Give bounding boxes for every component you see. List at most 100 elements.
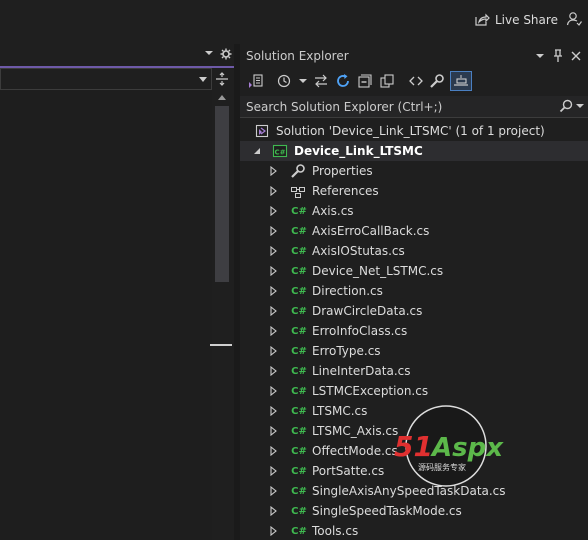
solution-icon [254, 123, 270, 139]
csharp-file-icon: C# [291, 305, 307, 317]
tree-item-file[interactable]: C# DrawCircleData.cs [240, 301, 588, 321]
view-code-icon[interactable] [408, 71, 424, 91]
collapsed-arrow-icon[interactable] [268, 186, 278, 196]
collapsed-arrow-icon[interactable] [268, 506, 278, 516]
editor-vertical-scrollbar[interactable] [210, 68, 232, 540]
panel-title: Solution Explorer [246, 49, 349, 63]
properties-wrench-icon[interactable] [428, 71, 446, 91]
history-dropdown-icon[interactable] [298, 71, 308, 91]
live-share-button[interactable]: Live Share [474, 11, 558, 29]
tree-item-file[interactable]: C# LSTMCException.cs [240, 381, 588, 401]
solution-explorer-search-input[interactable]: Search Solution Explorer (Ctrl+;) [240, 96, 588, 118]
tree-item-label: Tools.cs [312, 524, 359, 538]
tree-item-label: Device_Net_LSTMC.cs [312, 264, 444, 278]
tree-item-label: PortSatte.cs [312, 464, 385, 478]
collapsed-arrow-icon[interactable] [268, 406, 278, 416]
tab-list-dropdown-icon[interactable] [204, 49, 214, 57]
tree-item-label: Axis.cs [312, 204, 354, 218]
split-editor-icon[interactable] [214, 72, 230, 86]
code-editor[interactable] [0, 90, 212, 540]
csharp-file-icon: C# [291, 525, 307, 537]
tree-item-file[interactable]: C# SingleSpeedTaskMode.cs [240, 501, 588, 521]
tree-item-file[interactable]: C# ErroInfoClass.cs [240, 321, 588, 341]
collapsed-arrow-icon[interactable] [268, 306, 278, 316]
tree-item-label: References [312, 184, 379, 198]
solution-node[interactable]: Solution 'Device_Link_LTSMC' (1 of 1 pro… [240, 121, 588, 141]
title-bar: Live Share [0, 0, 588, 40]
collapse-all-icon[interactable] [356, 71, 374, 91]
watermark-logo: 51 Aspx 源码服务专家 [394, 405, 504, 487]
csharp-file-icon: C# [291, 445, 307, 457]
tree-item-file[interactable]: C# AxisIOStutas.cs [240, 241, 588, 261]
collapsed-arrow-icon[interactable] [268, 526, 278, 536]
tree-item-label: AxisErroCallBack.cs [312, 224, 430, 238]
tree-item-file[interactable]: C# Device_Net_LSTMC.cs [240, 261, 588, 281]
close-icon[interactable] [568, 48, 584, 64]
tree-item-file[interactable]: C# Direction.cs [240, 281, 588, 301]
collapsed-arrow-icon[interactable] [268, 486, 278, 496]
collapsed-arrow-icon[interactable] [268, 446, 278, 456]
csharp-file-icon: C# [291, 425, 307, 437]
csharp-file-icon: C# [291, 205, 307, 217]
collapsed-arrow-icon[interactable] [268, 366, 278, 376]
live-share-icon [475, 13, 490, 26]
svg-text:源码服务专家: 源码服务专家 [418, 462, 466, 472]
editor-navigation-bar[interactable] [0, 68, 212, 90]
window-position-dropdown-icon[interactable] [532, 48, 548, 64]
show-all-files-icon[interactable] [378, 71, 396, 91]
tree-item-label: ErroInfoClass.cs [312, 324, 408, 338]
collapsed-arrow-icon[interactable] [268, 386, 278, 396]
tree-item-file[interactable]: C# Axis.cs [240, 201, 588, 221]
csharp-project-icon: C# [272, 143, 288, 159]
tree-item-label: LSTMCException.cs [312, 384, 429, 398]
tree-item-file[interactable]: C# LineInterData.cs [240, 361, 588, 381]
history-icon[interactable] [276, 71, 292, 91]
tree-item-label: LineInterData.cs [312, 364, 411, 378]
tree-item-label: AxisIOStutas.cs [312, 244, 405, 258]
project-label: Device_Link_LTSMC [294, 144, 423, 158]
solution-explorer-title-bar: Solution Explorer [240, 44, 588, 68]
preview-selected-items-icon[interactable] [450, 71, 472, 91]
collapsed-arrow-icon[interactable] [268, 346, 278, 356]
collapsed-arrow-icon[interactable] [268, 226, 278, 236]
tree-item-file[interactable]: C# AxisErroCallBack.cs [240, 221, 588, 241]
tree-item-label: OffectMode.cs [312, 444, 398, 458]
scrollbar-thumb[interactable] [215, 106, 229, 282]
expanded-arrow-icon[interactable] [252, 146, 262, 156]
collapsed-arrow-icon[interactable] [268, 426, 278, 436]
csharp-file-icon: C# [291, 245, 307, 257]
chevron-down-icon[interactable] [199, 77, 207, 82]
pin-icon[interactable] [550, 48, 566, 64]
collapsed-arrow-icon[interactable] [268, 266, 278, 276]
solution-explorer-panel: Solution Explorer Search Solution Explor… [240, 44, 588, 540]
tree-item-file[interactable]: C# ErroType.cs [240, 341, 588, 361]
editor-tab-strip [0, 44, 234, 66]
csharp-file-icon: C# [291, 285, 307, 297]
project-node[interactable]: C# Device_Link_LTSMC [240, 141, 588, 161]
search-options-dropdown-icon[interactable] [576, 103, 584, 109]
collapsed-arrow-icon[interactable] [268, 246, 278, 256]
scroll-up-icon[interactable] [218, 94, 226, 100]
csharp-file-icon: C# [291, 385, 307, 397]
csharp-project-badge: C# [274, 149, 285, 157]
tree-item-properties[interactable]: Properties [240, 161, 588, 181]
tree-item-label: ErroType.cs [312, 344, 381, 358]
account-icon[interactable] [566, 11, 582, 30]
tree-item-references[interactable]: References [240, 181, 588, 201]
collapsed-arrow-icon[interactable] [268, 286, 278, 296]
csharp-file-icon: C# [291, 365, 307, 377]
collapsed-arrow-icon[interactable] [268, 466, 278, 476]
collapsed-arrow-icon[interactable] [268, 206, 278, 216]
collapsed-arrow-icon[interactable] [268, 166, 278, 176]
refresh-icon[interactable] [334, 71, 352, 91]
search-icon[interactable] [559, 99, 584, 113]
tree-item-file[interactable]: C# Tools.cs [240, 521, 588, 540]
tree-item-label: Properties [312, 164, 373, 178]
svg-text:Aspx: Aspx [430, 433, 504, 463]
csharp-file-icon: C# [291, 405, 307, 417]
tree-item-label: LTSMC_Axis.cs [312, 424, 399, 438]
switch-views-icon[interactable] [246, 71, 266, 91]
gear-icon[interactable] [220, 48, 232, 60]
collapsed-arrow-icon[interactable] [268, 326, 278, 336]
sync-with-active-document-icon[interactable] [312, 71, 330, 91]
